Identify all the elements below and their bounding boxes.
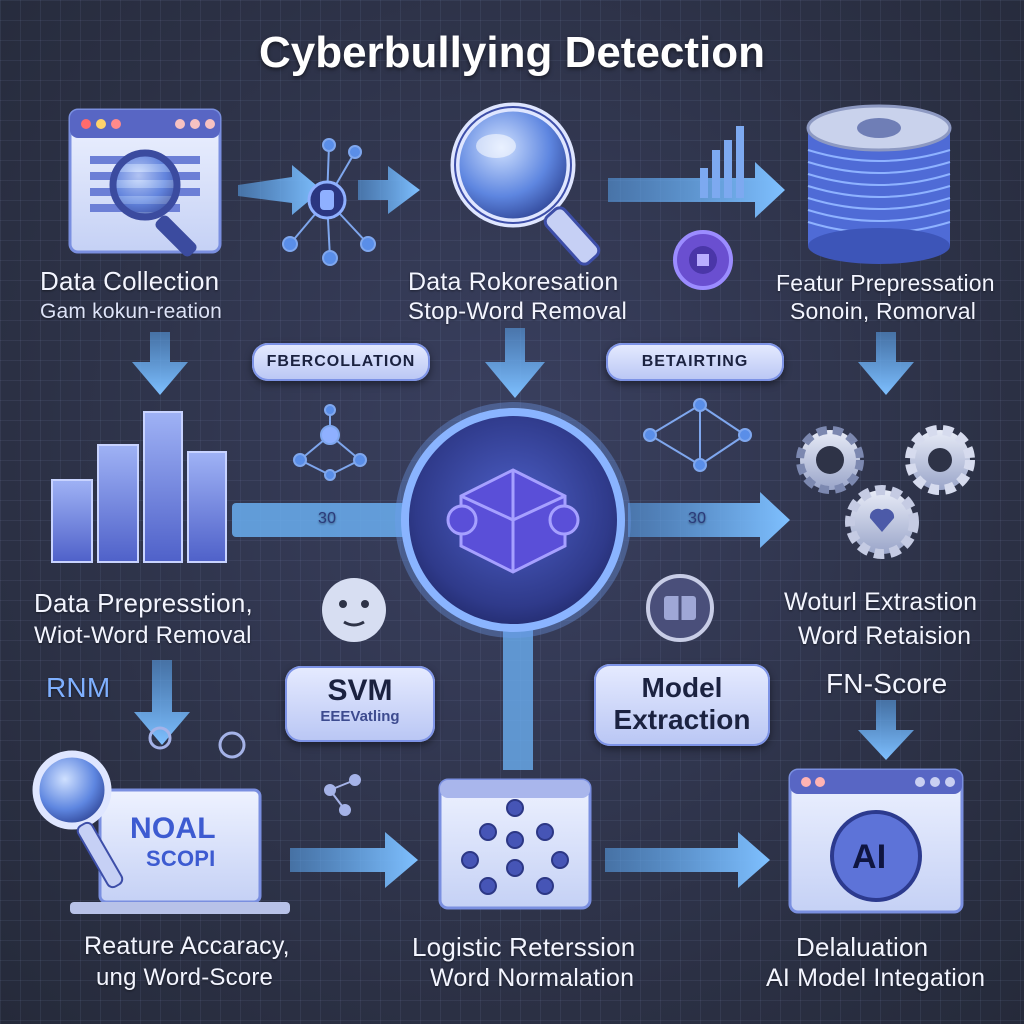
arrow-right-text: 30 bbox=[688, 510, 707, 527]
fn-score-label: FN-Score bbox=[826, 668, 948, 699]
browser-magnifier-icon bbox=[68, 108, 222, 257]
logistic-regression-subtitle: Word Normalation bbox=[430, 964, 635, 992]
feature-processing-subtitle: Sonoin, Romorval bbox=[790, 298, 977, 324]
ai-screen-text: AI bbox=[852, 838, 887, 876]
model-extraction-tag: Model Extraction bbox=[594, 664, 770, 746]
network-node-icon-3 bbox=[643, 398, 752, 472]
logistic-regression-title: Logistic Reterssion bbox=[412, 932, 636, 962]
gears-icon bbox=[796, 425, 975, 559]
ai-integration-subtitle: AI Model Integation bbox=[766, 964, 986, 992]
arrow-collection-down bbox=[132, 332, 188, 395]
model-extraction-line1: Model bbox=[641, 672, 723, 703]
arrow-right-down bbox=[858, 700, 914, 760]
data-processing-title: Data Rokoresation bbox=[408, 268, 619, 296]
token-icon bbox=[673, 230, 733, 290]
feature-accuracy-subtitle: ung Word-Score bbox=[96, 964, 274, 991]
neural-core-icon bbox=[395, 402, 631, 638]
data-collection-title: Data Collection bbox=[40, 266, 220, 296]
data-prepression-title: Data Prepresstion, bbox=[34, 588, 253, 618]
feature-extraction-subtitle: Word Retaision bbox=[798, 622, 972, 650]
arrow-laptop-to-grid bbox=[290, 832, 418, 888]
svm-label: SVM bbox=[327, 674, 393, 707]
model-extraction-line2: Extraction bbox=[613, 704, 751, 735]
svm-sublabel: EEEVatling bbox=[320, 708, 400, 725]
feature-extraction-title: Woturl Extrastion bbox=[784, 588, 978, 616]
arrow-processing-down bbox=[485, 328, 545, 398]
book-badge-icon bbox=[646, 574, 714, 642]
data-collection-subtitle: Gam kokun-reation bbox=[40, 300, 222, 323]
data-processing-subtitle: Stop-Word Removal bbox=[408, 298, 628, 325]
database-icon bbox=[806, 104, 952, 264]
face-icon bbox=[322, 578, 386, 642]
magnifying-glass-icon bbox=[450, 102, 601, 266]
arrow-feature-down bbox=[858, 332, 914, 395]
arrow-network-to-processing bbox=[358, 166, 420, 214]
laptop-screen-line1: NOAL bbox=[130, 812, 216, 845]
node-grid-icon bbox=[438, 778, 592, 910]
feature-processing-title: Featur Prepressation bbox=[776, 270, 995, 296]
bar-chart-icon bbox=[51, 411, 227, 563]
feature-accuracy-title: Reature Accaracy, bbox=[84, 932, 290, 960]
arrow-core-down bbox=[503, 630, 533, 770]
tag-betairting: BETAIRTING bbox=[606, 343, 784, 381]
arrow-grid-to-ai bbox=[605, 832, 770, 888]
svm-tag: SVM EEEVatling bbox=[285, 666, 435, 742]
data-prepression-subtitle: Wiot-Word Removal bbox=[34, 622, 252, 649]
tag-fbercollation: FBERCOLLATION bbox=[252, 343, 430, 381]
laptop-screen-line2: SCOPI bbox=[146, 846, 216, 871]
page-title: Cyberbullying Detection bbox=[258, 28, 766, 77]
arrow-left-text: 30 bbox=[318, 510, 337, 527]
rnm-label: RNM bbox=[46, 672, 111, 703]
network-node-icon-2 bbox=[293, 404, 367, 481]
small-network-icon bbox=[324, 774, 361, 816]
arrow-processing-to-feature bbox=[608, 162, 785, 218]
arrow-left-down bbox=[134, 660, 190, 745]
ai-integration-title: Delaluation bbox=[796, 932, 929, 962]
arrow-core-to-gears bbox=[628, 492, 790, 548]
